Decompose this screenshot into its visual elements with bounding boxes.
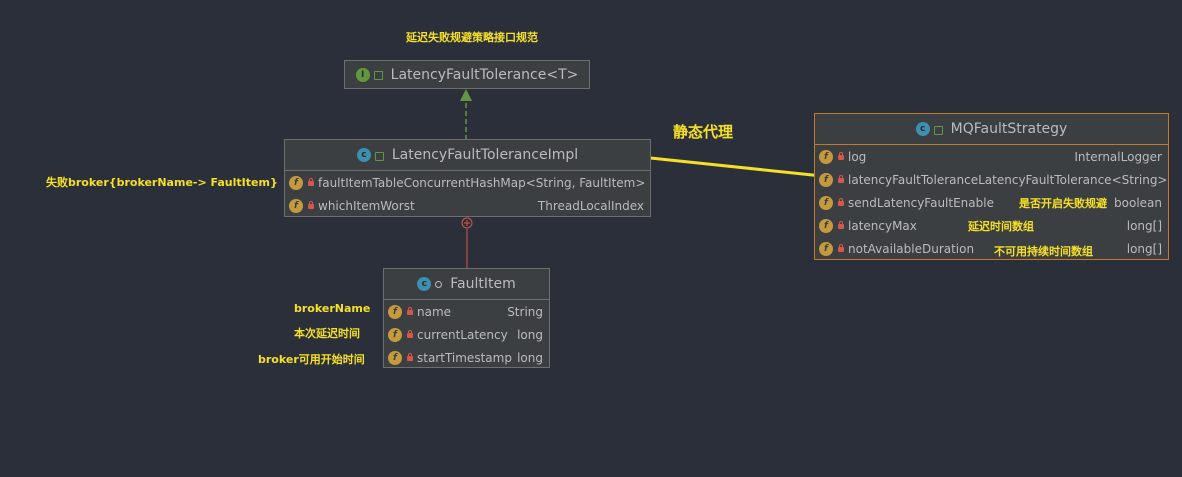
lock-icon: [838, 221, 844, 229]
fault-table-note: 失败broker{brokerName-> FaultItem}: [46, 176, 278, 189]
not-available-note: 不可用持续时间数组: [994, 245, 1093, 258]
lock-icon: [308, 178, 314, 186]
strategy-class-name: MQFaultStrategy: [950, 121, 1068, 137]
field-row[interactable]: f startTimestamp long: [384, 346, 549, 369]
field-row[interactable]: f log InternalLogger: [815, 145, 1168, 168]
package-visibility-icon: [435, 280, 443, 288]
lock-icon: [838, 244, 844, 252]
lock-icon: [838, 175, 844, 183]
interface-box[interactable]: I LatencyFaultTolerance<T>: [344, 60, 590, 89]
proxy-arrow-line: [621, 153, 823, 178]
field-name: latencyFaultTolerance: [848, 172, 979, 187]
field-icon: f: [388, 304, 402, 319]
field-icon: f: [388, 350, 402, 365]
impl-class-box[interactable]: c LatencyFaultToleranceImpl f faultItemT…: [284, 139, 651, 217]
lock-icon: [407, 353, 413, 361]
field-icon: f: [819, 218, 833, 233]
fault-item-class-name: FaultItem: [450, 276, 516, 292]
lock-icon: [308, 201, 314, 209]
lock-icon: [838, 152, 844, 160]
field-type: ConcurrentHashMap<String, FaultItem>: [403, 175, 646, 190]
latency-max-note: 延迟时间数组: [968, 220, 1034, 233]
field-type: LatencyFaultTolerance<String>: [978, 172, 1168, 187]
field-type: InternalLogger: [1074, 149, 1162, 164]
field-type: String: [507, 304, 543, 319]
field-icon: f: [289, 175, 303, 190]
start-timestamp-note: broker可用开始时间: [258, 353, 365, 366]
field-icon: f: [388, 327, 402, 342]
interface-icon: I: [355, 67, 370, 82]
field-row[interactable]: f notAvailableDuration long[] 不可用持续时间数组: [815, 237, 1168, 260]
field-row[interactable]: f whichItemWorst ThreadLocalIndex: [285, 194, 650, 217]
field-name: sendLatencyFaultEnable: [848, 195, 994, 210]
lock-icon: [407, 307, 413, 315]
unlock-icon: [374, 151, 384, 161]
field-name: name: [417, 304, 452, 319]
field-name: startTimestamp: [417, 350, 512, 365]
proxy-note: 静态代理: [673, 123, 734, 141]
field-type: ThreadLocalIndex: [537, 198, 644, 213]
class-icon: c: [915, 122, 930, 136]
field-icon: f: [819, 149, 833, 164]
interface-note: 延迟失败规避策略接口规范: [406, 31, 538, 44]
unlock-icon: [933, 125, 943, 135]
field-row[interactable]: f currentLatency long: [384, 323, 549, 346]
field-row[interactable]: f latencyMax long[] 延迟时间数组: [815, 214, 1168, 237]
send-latency-note: 是否开启失败规避: [1019, 197, 1107, 210]
field-name: notAvailableDuration: [848, 241, 975, 256]
field-icon: f: [819, 172, 833, 187]
field-type: long[]: [1126, 218, 1162, 233]
field-icon: f: [819, 195, 833, 210]
field-name: whichItemWorst: [318, 198, 415, 213]
impl-class-name: LatencyFaultToleranceImpl: [391, 147, 579, 163]
class-icon: c: [417, 277, 432, 291]
field-row[interactable]: f name String: [384, 300, 549, 323]
field-icon: f: [289, 198, 303, 213]
field-name: log: [848, 149, 867, 164]
class-icon: c: [356, 148, 371, 162]
lock-icon: [407, 330, 413, 338]
interface-name: LatencyFaultTolerance<T>: [390, 66, 579, 83]
implements-arrowhead: [460, 89, 472, 101]
field-row[interactable]: f faultItemTable ConcurrentHashMap<Strin…: [285, 171, 650, 194]
field-row[interactable]: f sendLatencyFaultEnable boolean 是否开启失败规…: [815, 191, 1168, 214]
unlock-icon: [373, 71, 383, 80]
impl-class-header: c LatencyFaultToleranceImpl: [285, 140, 650, 171]
field-icon: f: [819, 241, 833, 256]
field-type: boolean: [1114, 195, 1162, 210]
field-type: long: [517, 327, 543, 342]
strategy-class-box[interactable]: c MQFaultStrategy f log InternalLogger f…: [814, 113, 1169, 260]
field-row[interactable]: f latencyFaultTolerance LatencyFaultTole…: [815, 168, 1168, 191]
fault-item-header: c FaultItem: [384, 269, 549, 300]
field-type: long[]: [1126, 241, 1162, 256]
broker-name-note: brokerName: [294, 302, 371, 315]
fault-item-class-box[interactable]: c FaultItem f name String f currentLaten…: [383, 268, 550, 368]
field-name: latencyMax: [848, 218, 917, 233]
strategy-class-header: c MQFaultStrategy: [815, 114, 1168, 145]
field-type: long: [517, 350, 543, 365]
current-latency-note: 本次延迟时间: [294, 327, 360, 340]
lock-icon: [838, 198, 844, 206]
field-name: currentLatency: [417, 327, 508, 342]
field-name: faultItemTable: [318, 175, 404, 190]
